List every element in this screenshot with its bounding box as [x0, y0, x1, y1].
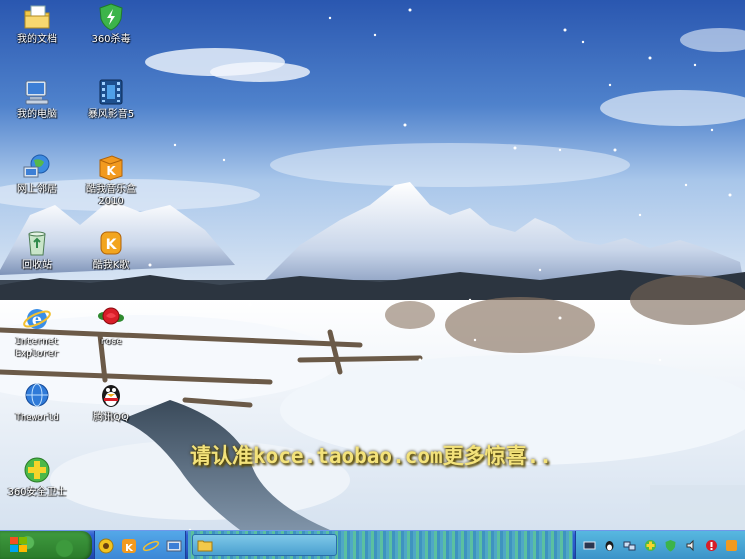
- desktop-icon-label: Theworld: [15, 413, 59, 423]
- qq-tray-icon[interactable]: [603, 539, 616, 552]
- internet-explorer-icon: e: [23, 309, 51, 329]
- security-center-icon[interactable]: [705, 539, 718, 552]
- windows-logo-icon: [10, 537, 27, 552]
- desktop-icon-network-places[interactable]: 网上邻居: [2, 152, 72, 196]
- ie-quick-icon[interactable]: [142, 537, 160, 555]
- desktop-icon-label: 回收站: [22, 260, 52, 271]
- network-places-icon: [23, 154, 50, 178]
- start-button[interactable]: [0, 531, 92, 559]
- baofeng-player-icon: [99, 79, 123, 105]
- desktop-icon-rose[interactable]: rose: [76, 304, 146, 348]
- kuwo-tray-icon[interactable]: [725, 539, 738, 552]
- desktop-icon-qq[interactable]: 腾讯QQ: [76, 380, 146, 424]
- kuwo-quick-icon[interactable]: K: [120, 537, 138, 555]
- qq-penguin-icon: [102, 385, 120, 407]
- desktop-icon-my-computer[interactable]: 我的电脑: [2, 77, 72, 121]
- quick-launch-bar: K: [94, 531, 186, 559]
- desktop-icon-label: 我的文档: [17, 34, 57, 45]
- 360-tray-icon[interactable]: [644, 539, 657, 552]
- folder-icon: [197, 540, 213, 552]
- svg-text:K: K: [106, 237, 118, 253]
- theworld-browser-icon: [25, 383, 49, 407]
- 360-antivirus-icon: [99, 3, 123, 31]
- svg-text:K: K: [106, 164, 116, 178]
- rose-icon: [98, 307, 124, 325]
- desktop-icon-360-safeguard[interactable]: 360安全卫士: [2, 455, 72, 499]
- shield-tray-icon[interactable]: [664, 539, 677, 552]
- kuwo-music-icon: K: [99, 155, 123, 181]
- show-desktop-icon[interactable]: [165, 537, 183, 555]
- desktop-icon-kuwo-karaoke[interactable]: K 酷我K歌: [76, 228, 146, 272]
- desktop-icon-kuwo-music[interactable]: K 酷我音乐盒 2010: [76, 152, 146, 208]
- desktop-icon-recycle-bin[interactable]: 回收站: [2, 228, 72, 272]
- desktop-icon-label: 暴风影音5: [87, 109, 135, 120]
- desktop-icon-label: 酷我K歌: [92, 260, 130, 271]
- sunflower-icon[interactable]: [97, 537, 115, 555]
- my-computer-icon: [25, 80, 49, 105]
- svg-text:K: K: [125, 543, 134, 554]
- desktop-icon-label: 酷我音乐盒 2010: [86, 184, 136, 207]
- taskbar-window-button[interactable]: [192, 534, 337, 556]
- kuwo-karaoke-icon: K: [100, 231, 122, 255]
- desktop-icon-label: 360安全卫士: [7, 487, 67, 498]
- taskbar: K: [0, 530, 745, 559]
- keyboard-icon[interactable]: [583, 539, 596, 552]
- 360-safeguard-icon: [24, 457, 50, 483]
- my-documents-icon: [24, 5, 50, 29]
- desktop-icon-label: 网上邻居: [17, 184, 57, 195]
- desktop-icon-360-antivirus[interactable]: 360杀毒: [76, 2, 146, 46]
- desktop-icon-label: 腾讯QQ: [93, 412, 129, 423]
- desktop-icon-label: 360杀毒: [91, 34, 131, 45]
- desktop-icon-internet-explorer[interactable]: e Internet Explorer: [2, 304, 72, 360]
- desktop-icon-label: 我的电脑: [17, 109, 57, 120]
- network-tray-icon[interactable]: [623, 539, 636, 552]
- desktop-icon-baofeng-player[interactable]: 暴风影音5: [76, 77, 146, 121]
- desktop-icon-label: rose: [100, 337, 122, 347]
- system-tray: [575, 531, 745, 559]
- recycle-bin-icon: [28, 231, 46, 256]
- desktop-icon-theworld[interactable]: Theworld: [2, 380, 72, 424]
- volume-icon[interactable]: [685, 539, 698, 552]
- promo-banner-text: 请认准koce.taobao.com更多惊喜..: [190, 444, 552, 468]
- desktop-icon-label: Internet Explorer: [15, 337, 59, 359]
- desktop-icon-my-documents[interactable]: 我的文档: [2, 2, 72, 46]
